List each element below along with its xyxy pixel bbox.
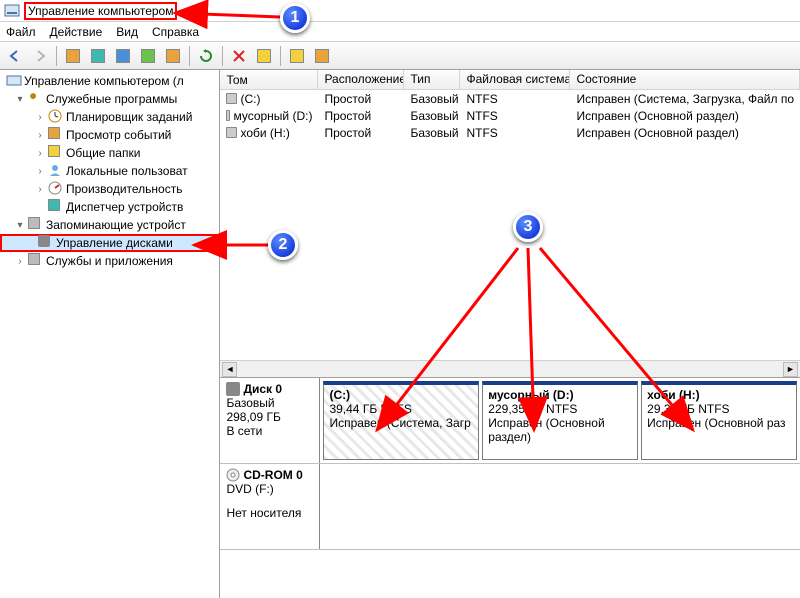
cd-icon bbox=[226, 468, 240, 482]
toolbar-btn-8[interactable] bbox=[311, 45, 333, 67]
delete-button[interactable] bbox=[228, 45, 250, 67]
scroll-right-icon[interactable]: ► bbox=[783, 362, 798, 377]
menu-help[interactable]: Справка bbox=[152, 25, 199, 39]
col-layout[interactable]: Расположение bbox=[318, 70, 404, 89]
event-icon bbox=[48, 127, 64, 143]
volume-icon bbox=[226, 93, 237, 104]
tree-item-shared[interactable]: ›Общие папки bbox=[0, 144, 219, 162]
disk-icon bbox=[226, 382, 240, 396]
tree-item-events[interactable]: ›Просмотр событий bbox=[0, 126, 219, 144]
toolbar-btn-1[interactable] bbox=[62, 45, 84, 67]
toolbar-btn-5[interactable] bbox=[162, 45, 184, 67]
volume-list[interactable]: (C:)ПростойБазовыйNTFSИсправен (Система,… bbox=[220, 90, 800, 141]
partition[interactable]: хоби (H:)29,30 ГБ NTFSИсправен (Основной… bbox=[641, 381, 797, 460]
tree-group-storage[interactable]: ▾ Запоминающие устройст bbox=[0, 216, 219, 234]
content-pane: Том Расположение Тип Файловая система Со… bbox=[220, 70, 800, 598]
tree-item-scheduler[interactable]: ›Планировщик заданий bbox=[0, 108, 219, 126]
disk-row-cdrom[interactable]: CD-ROM 0 DVD (F:) Нет носителя bbox=[220, 464, 800, 550]
refresh-button[interactable] bbox=[195, 45, 217, 67]
menu-action[interactable]: Действие bbox=[50, 25, 103, 39]
volume-icon bbox=[226, 127, 237, 138]
volume-icon bbox=[226, 110, 230, 121]
wrench-icon bbox=[28, 91, 44, 107]
disk-map: Диск 0 Базовый 298,09 ГБ В сети (C:)39,4… bbox=[220, 377, 800, 598]
menu-file[interactable]: Файл bbox=[6, 25, 36, 39]
partition[interactable]: мусорный (D:)229,35 ГБ NTFSИсправен (Осн… bbox=[482, 381, 638, 460]
col-filesystem[interactable]: Файловая система bbox=[460, 70, 570, 89]
disk-0-label: Диск 0 Базовый 298,09 ГБ В сети bbox=[220, 378, 320, 463]
device-icon bbox=[48, 199, 64, 215]
disk-icon bbox=[38, 235, 54, 251]
col-status[interactable]: Состояние bbox=[570, 70, 800, 89]
services-icon bbox=[28, 253, 44, 269]
tree-item-users[interactable]: ›Локальные пользоват bbox=[0, 162, 219, 180]
scroll-left-icon[interactable]: ◄ bbox=[222, 362, 237, 377]
toolbar-btn-6[interactable] bbox=[253, 45, 275, 67]
tree-item-perf[interactable]: ›Производительность bbox=[0, 180, 219, 198]
tree-group-services[interactable]: › Службы и приложения bbox=[0, 252, 219, 270]
col-type[interactable]: Тип bbox=[404, 70, 460, 89]
col-volume[interactable]: Том bbox=[220, 70, 318, 89]
tree-item-disk-management[interactable]: Управление дисками bbox=[0, 234, 219, 252]
tree-group-system-tools[interactable]: ▾ Служебные программы bbox=[0, 90, 219, 108]
folder-icon bbox=[48, 145, 64, 161]
menu-view[interactable]: Вид bbox=[116, 25, 138, 39]
menu-bar: Файл Действие Вид Справка bbox=[0, 22, 800, 42]
volume-list-header: Том Расположение Тип Файловая система Со… bbox=[220, 70, 800, 90]
tree-item-devmgr[interactable]: Диспетчер устройств bbox=[0, 198, 219, 216]
toolbar-btn-2[interactable] bbox=[87, 45, 109, 67]
storage-icon bbox=[28, 217, 44, 233]
users-icon bbox=[48, 163, 64, 179]
computer-icon bbox=[6, 73, 22, 89]
partition[interactable]: (C:)39,44 ГБ NTFSИсправен (Система, Загр bbox=[323, 381, 479, 460]
app-icon bbox=[4, 3, 20, 19]
collapse-icon[interactable]: ▾ bbox=[14, 94, 26, 105]
cdrom-label: CD-ROM 0 DVD (F:) Нет носителя bbox=[220, 464, 320, 549]
annotation-callout-2: 2 bbox=[268, 230, 298, 260]
volume-row[interactable]: мусорный (D:)ПростойБазовыйNTFSИсправен … bbox=[220, 107, 800, 124]
clock-icon bbox=[48, 109, 64, 125]
toolbar-btn-7[interactable] bbox=[286, 45, 308, 67]
toolbar-btn-3[interactable] bbox=[112, 45, 134, 67]
toolbar bbox=[0, 42, 800, 70]
navigation-tree[interactable]: Управление компьютером (л ▾ Служебные пр… bbox=[0, 70, 220, 598]
title-bar: Управление компьютером bbox=[0, 0, 800, 22]
volume-row[interactable]: (C:)ПростойБазовыйNTFSИсправен (Система,… bbox=[220, 90, 800, 107]
annotation-callout-3: 3 bbox=[513, 212, 543, 242]
back-button[interactable] bbox=[4, 45, 26, 67]
volume-row[interactable]: хоби (H:)ПростойБазовыйNTFSИсправен (Осн… bbox=[220, 124, 800, 141]
forward-button[interactable] bbox=[29, 45, 51, 67]
toolbar-btn-4[interactable] bbox=[137, 45, 159, 67]
annotation-callout-1: 1 bbox=[280, 3, 310, 33]
horizontal-scrollbar[interactable]: ◄ ► bbox=[220, 360, 800, 377]
perf-icon bbox=[48, 181, 64, 197]
collapse-icon[interactable]: ▾ bbox=[14, 220, 26, 231]
disk-row-0[interactable]: Диск 0 Базовый 298,09 ГБ В сети (C:)39,4… bbox=[220, 378, 800, 464]
tree-root[interactable]: Управление компьютером (л bbox=[0, 72, 219, 90]
window-title: Управление компьютером bbox=[24, 2, 177, 20]
